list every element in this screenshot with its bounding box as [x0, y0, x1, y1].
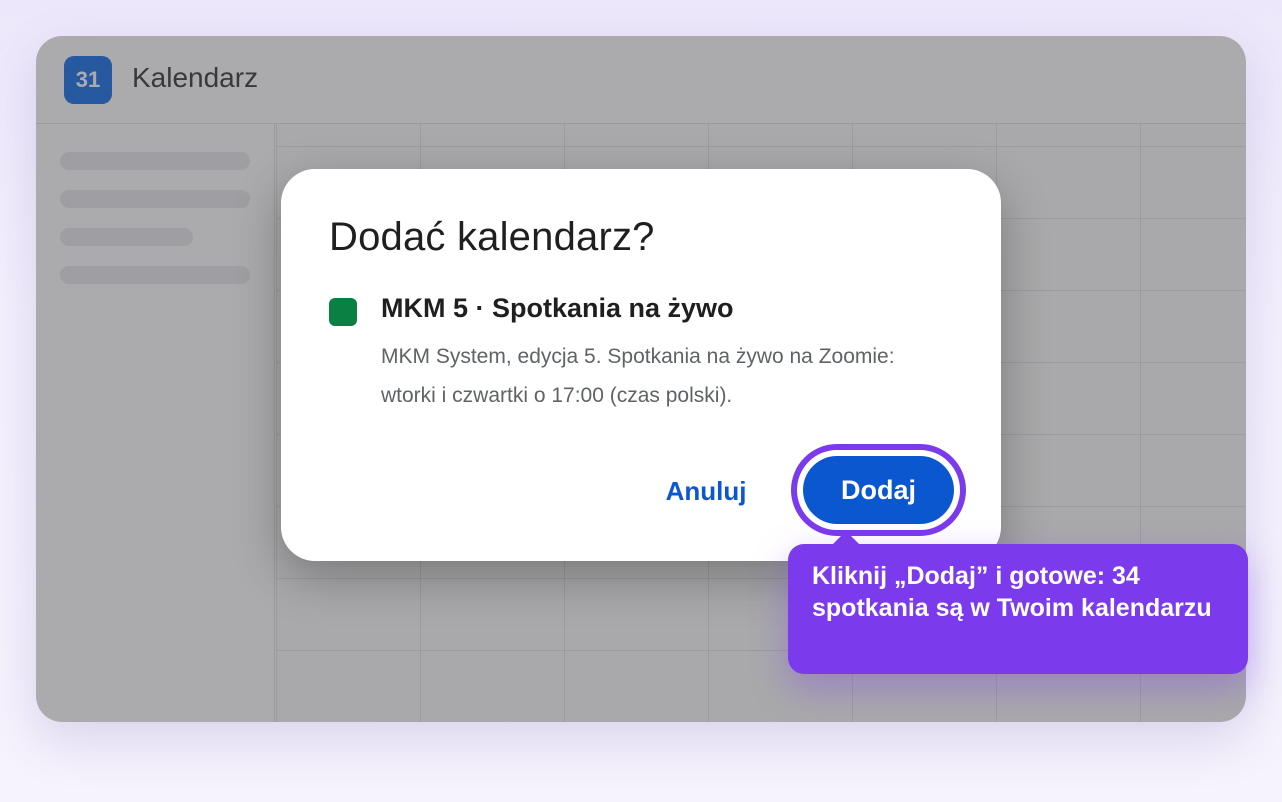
hint-tooltip: Kliknij „Dodaj” i gotowe: 34 spotkania s… [788, 531, 1248, 674]
add-button[interactable]: Dodaj [803, 456, 954, 524]
calendar-name: MKM 5 · Spotkania na żywo [381, 293, 734, 323]
calendar-color-swatch [329, 298, 357, 326]
dialog-title: Dodać kalendarz? [329, 215, 655, 259]
tooltip-arrow [832, 531, 860, 545]
calendar-description: MKM System, edycja 5. Spotkania na żywo … [381, 345, 895, 407]
cancel-button[interactable]: Anuluj [641, 469, 771, 513]
tooltip-text: Kliknij „Dodaj” i gotowe: 34 spotkania s… [812, 562, 1212, 622]
add-calendar-dialog: Dodać kalendarz? MKM 5 · Spotkania na ży… [281, 169, 1001, 561]
